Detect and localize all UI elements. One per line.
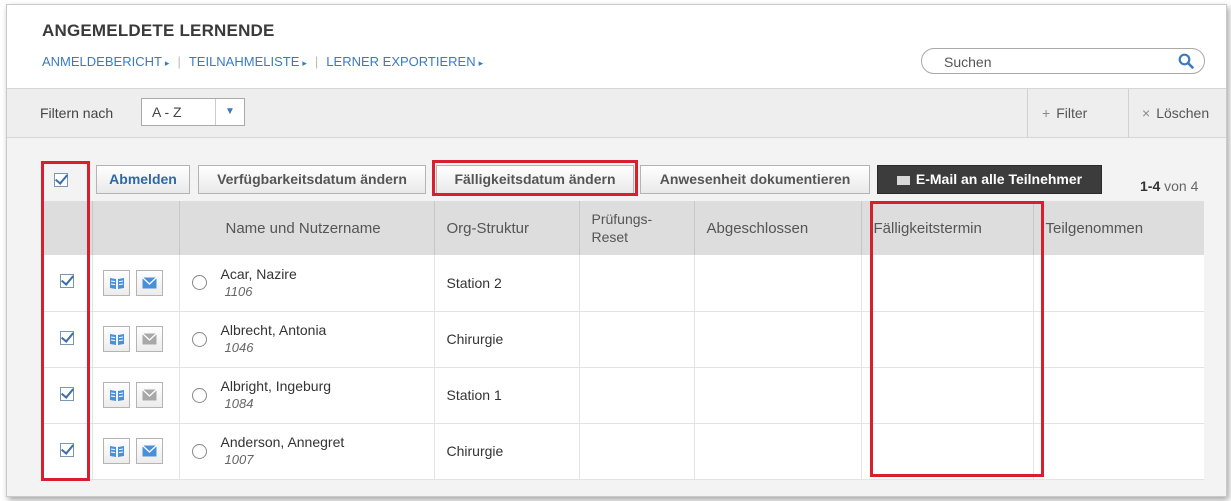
learner-username: 1007: [224, 452, 254, 467]
column-header-exam-reset[interactable]: Prüfungs- Reset: [578, 201, 694, 255]
plus-icon: +: [1042, 105, 1051, 121]
highlight-due-date-column: [870, 201, 1044, 477]
mail-icon: [141, 445, 157, 457]
column-header-org[interactable]: Org-Struktur: [433, 201, 579, 255]
enrollment-report-link[interactable]: ANMELDEBERICHT ▸: [42, 54, 169, 69]
learner-username: 1106: [224, 283, 253, 299]
learner-username: 1046: [224, 340, 254, 355]
row-actions-cell: [91, 367, 179, 424]
row-actions-cell: [91, 255, 179, 312]
exam-reset-cell: [578, 423, 694, 480]
search-icon[interactable]: [1178, 53, 1194, 74]
org-cell: Chirurgie: [433, 423, 579, 480]
attended-cell: [1032, 423, 1204, 480]
unregister-button[interactable]: Abmelden: [96, 165, 190, 194]
sort-select-value: A - Z: [152, 104, 182, 120]
page-title: ANGEMELDETE LERNENDE: [42, 21, 275, 40]
transcript-button[interactable]: [102, 269, 130, 296]
clear-filter-button[interactable]: × Löschen: [1128, 89, 1226, 137]
mail-icon: [141, 276, 157, 289]
attended-cell: [1032, 255, 1204, 312]
name-cell: Acar, Nazire 1106: [178, 255, 434, 312]
pagination-count: 1-4 von 4: [1140, 178, 1199, 194]
send-email-button[interactable]: [135, 269, 163, 296]
chevron-down-icon: ▼: [215, 99, 244, 125]
change-availability-date-button[interactable]: Verfügbarkeitsdatum ändern: [198, 165, 426, 194]
send-email-button[interactable]: [135, 438, 163, 464]
mail-icon: [141, 389, 157, 401]
link-separator: |: [177, 54, 181, 69]
caret-right-icon: ▸: [478, 58, 484, 68]
book-icon: [109, 446, 124, 457]
transcript-button[interactable]: [102, 326, 130, 352]
attendance-list-link[interactable]: TEILNAHMELISTE ▸: [189, 54, 307, 69]
add-filter-button[interactable]: + Filter: [1027, 89, 1128, 137]
completed-cell: [693, 255, 861, 312]
completed-cell: [693, 311, 861, 368]
name-cell: Anderson, Annegret 1007: [178, 423, 434, 480]
enrolled-learners-panel: ANGEMELDETE LERNENDE ANMELDEBERICHT ▸ | TEI…: [6, 4, 1227, 497]
name-cell: Albrecht, Antonia 1046: [178, 311, 434, 368]
highlight-checkbox-column: [41, 161, 90, 481]
mail-icon: [896, 176, 910, 185]
book-icon: [109, 334, 124, 345]
attended-cell: [1032, 311, 1204, 368]
export-learners-link[interactable]: LERNER EXPORTIEREN ▸: [326, 54, 483, 69]
exam-reset-cell: [578, 367, 694, 424]
attended-cell: [1032, 367, 1204, 424]
send-email-button[interactable]: [135, 382, 163, 408]
filter-label: Filtern nach: [40, 105, 114, 121]
search-input[interactable]: [942, 52, 1156, 72]
transcript-button[interactable]: [102, 382, 130, 408]
sort-select[interactable]: A - Z ▼: [141, 98, 245, 126]
exam-reset-cell: [578, 255, 694, 312]
radio-icon[interactable]: [191, 331, 207, 347]
learner-name[interactable]: Anderson, Annegret: [221, 434, 345, 451]
org-cell: Chirurgie: [433, 311, 579, 368]
email-all-participants-button[interactable]: E-Mail an alle Teilnehmer: [877, 165, 1102, 194]
learner-username: 1084: [224, 396, 254, 411]
transcript-button[interactable]: [102, 438, 130, 464]
org-cell: Station 2: [433, 255, 579, 312]
learner-name[interactable]: Acar, Nazire: [221, 266, 297, 283]
book-icon: [109, 277, 124, 289]
actions-column-header: [91, 201, 179, 255]
radio-icon[interactable]: [191, 387, 207, 403]
radio-icon[interactable]: [191, 443, 207, 459]
search-box: [921, 48, 1205, 74]
caret-right-icon: ▸: [164, 58, 170, 68]
row-actions-cell: [91, 423, 179, 480]
close-icon: ×: [1142, 105, 1151, 121]
report-links: ANMELDEBERICHT ▸ | TEILNAHMELISTE ▸ | LERNER E…: [42, 54, 483, 69]
mail-icon: [141, 333, 157, 345]
completed-cell: [693, 367, 861, 424]
name-cell: Albright, Ingeburg 1084: [178, 367, 434, 424]
learner-name[interactable]: Albright, Ingeburg: [221, 378, 332, 395]
highlight-due-date-button: [432, 160, 638, 196]
link-separator: |: [314, 54, 319, 69]
filter-bar: Filtern nach A - Z ▼ + Filter × Löschen: [7, 88, 1226, 138]
exam-reset-cell: [578, 311, 694, 368]
radio-icon[interactable]: [191, 275, 207, 291]
column-header-name[interactable]: Name und Nutzername: [178, 201, 434, 255]
panel-header: ANGEMELDETE LERNENDE ANMELDEBERICHT ▸ | TEI…: [7, 5, 1226, 88]
document-attendance-button[interactable]: Anwesenheit dokumentieren: [640, 165, 870, 194]
send-email-button[interactable]: [135, 326, 163, 352]
row-actions-cell: [91, 311, 179, 368]
org-cell: Station 1: [433, 367, 579, 424]
column-header-attended[interactable]: Teilgenommen: [1032, 201, 1204, 255]
book-icon: [109, 390, 124, 401]
column-header-completed[interactable]: Abgeschlossen: [693, 201, 861, 255]
completed-cell: [693, 423, 861, 480]
learner-name[interactable]: Albrecht, Antonia: [221, 322, 327, 339]
caret-right-icon: ▸: [302, 58, 307, 68]
